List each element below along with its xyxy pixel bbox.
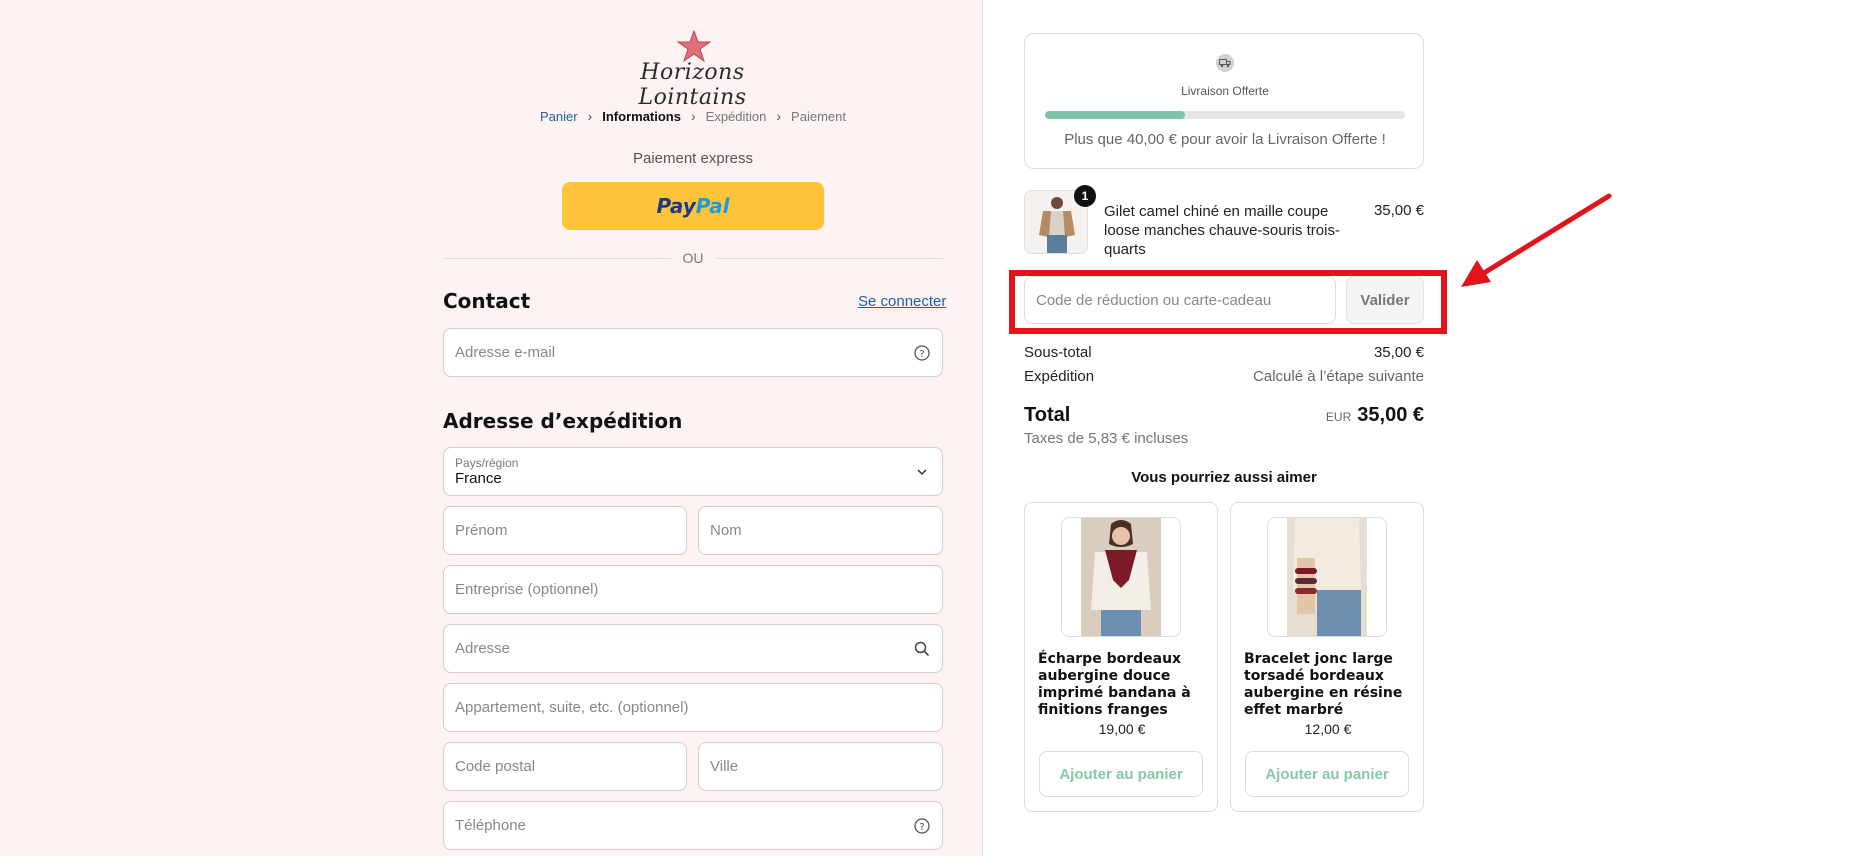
subtotal-row: Sous-total 35,00 € <box>1024 344 1424 361</box>
recommendation-price: 19,00 € <box>1098 721 1146 737</box>
first-name-field[interactable]: Prénom <box>443 506 687 555</box>
city-field[interactable]: Ville <box>698 742 943 791</box>
divider-line <box>443 257 671 259</box>
taxes-note: Taxes de 5,83 € incluses <box>1024 430 1189 447</box>
arrow-annotation-icon <box>1461 193 1612 287</box>
or-divider: OU <box>443 250 943 266</box>
contact-title: Contact <box>443 289 531 313</box>
breadcrumb-cart[interactable]: Panier <box>540 109 578 124</box>
address-field[interactable]: Adresse <box>443 624 943 673</box>
paypal-logo-pay: Pay <box>656 194 696 218</box>
quantity-badge: 1 <box>1074 185 1096 207</box>
add-to-cart-button[interactable]: Ajouter au panier <box>1245 751 1409 797</box>
free-shipping-title: Livraison Offerte <box>1181 84 1269 98</box>
discount-code-input[interactable]: Code de réduction ou carte-cadeau <box>1024 276 1336 324</box>
breadcrumb-shipping: Expédition <box>705 108 767 124</box>
free-shipping-progress <box>1045 111 1405 119</box>
chevron-down-icon <box>916 465 928 482</box>
breadcrumb-payment: Paiement <box>791 108 846 124</box>
progress-fill <box>1045 111 1186 119</box>
brand-name: Horizons Lointains <box>638 60 747 110</box>
recommendation-name[interactable]: Bracelet jonc large torsadé bordeaux aub… <box>1244 651 1414 719</box>
or-label: OU <box>682 250 704 266</box>
recommendation-image[interactable] <box>1267 517 1387 637</box>
last-name-placeholder: Nom <box>710 522 742 539</box>
postal-code-placeholder: Code postal <box>455 758 536 775</box>
recommendation-name[interactable]: Écharpe bordeaux aubergine douce imprimé… <box>1038 651 1208 719</box>
cart-item-name: Gilet camel chiné en maille coupe loose … <box>1104 203 1340 258</box>
checkout-form-panel: Horizons Lointains Panier › Informations… <box>0 0 983 856</box>
cart-item: 1 Gilet camel chiné en maille coupe loos… <box>1024 185 1424 258</box>
recommendation-card: Bracelet jonc large torsadé bordeaux aub… <box>1230 502 1424 812</box>
free-shipping-message: Plus que 40,00 € pour avoir la Livraison… <box>1064 131 1386 148</box>
discount-code-placeholder: Code de réduction ou carte-cadeau <box>1036 291 1272 309</box>
shipping-value: Calculé à l’étape suivante <box>1253 368 1424 385</box>
shipping-address-title: Adresse d’expédition <box>443 409 683 433</box>
svg-text:?: ? <box>919 349 924 360</box>
apartment-field[interactable]: Appartement, suite, etc. (optionnel) <box>443 683 943 732</box>
total-value-group: EUR 35,00 € <box>1326 404 1424 427</box>
city-placeholder: Ville <box>710 758 739 775</box>
star-icon <box>677 30 711 62</box>
recommendations-title: Vous pourriez aussi aimer <box>1131 469 1317 486</box>
cart-item-price: 35,00 € <box>1373 202 1424 219</box>
total-value: 35,00 € <box>1357 404 1424 426</box>
phone-placeholder: Téléphone <box>455 817 526 834</box>
subtotal-label: Sous-total <box>1024 344 1092 361</box>
divider-line <box>715 257 943 259</box>
login-link[interactable]: Se connecter <box>858 293 946 310</box>
help-circle-icon[interactable]: ? <box>913 817 931 835</box>
truck-icon <box>1216 54 1234 72</box>
help-circle-icon[interactable]: ? <box>913 344 931 362</box>
add-to-cart-button[interactable]: Ajouter au panier <box>1039 751 1203 797</box>
total-label: Total <box>1024 404 1071 426</box>
shipping-label: Expédition <box>1024 368 1095 385</box>
express-checkout-label: Paiement express <box>632 150 754 167</box>
chevron-right-icon: › <box>776 108 782 124</box>
breadcrumb-information: Informations <box>602 108 681 124</box>
paypal-button[interactable]: Pay Pal <box>562 182 824 230</box>
phone-field[interactable]: Téléphone ? <box>443 801 943 850</box>
recommendation-image[interactable] <box>1061 517 1181 637</box>
email-field[interactable]: Adresse e-mail ? <box>443 328 943 377</box>
shipping-row: Expédition Calculé à l’étape suivante <box>1024 368 1424 385</box>
email-placeholder: Adresse e-mail <box>455 344 556 361</box>
company-field[interactable]: Entreprise (optionnel) <box>443 565 943 614</box>
free-shipping-banner: Livraison Offerte Plus que 40,00 € pour … <box>1024 33 1424 169</box>
search-icon <box>913 640 931 658</box>
last-name-field[interactable]: Nom <box>698 506 943 555</box>
chevron-right-icon: › <box>690 108 696 124</box>
address-placeholder: Adresse <box>455 640 511 657</box>
country-value: France <box>455 469 502 487</box>
svg-text:?: ? <box>919 822 924 833</box>
chevron-right-icon: › <box>587 108 593 124</box>
company-placeholder: Entreprise (optionnel) <box>455 581 599 598</box>
country-select[interactable]: Pays/région France <box>443 447 943 496</box>
country-label: Pays/région <box>455 455 519 470</box>
total-row: Total EUR 35,00 € <box>1024 404 1424 427</box>
recommendation-price: 12,00 € <box>1304 721 1352 737</box>
apply-discount-button[interactable]: Valider <box>1346 276 1424 324</box>
subtotal-value: 35,00 € <box>1373 344 1424 361</box>
recommendation-card: Écharpe bordeaux aubergine douce imprimé… <box>1024 502 1218 812</box>
breadcrumb: Panier › Informations › Expédition › Pai… <box>540 108 846 124</box>
currency-code: EUR <box>1325 410 1352 424</box>
brand-logo[interactable]: Horizons Lointains <box>610 30 775 110</box>
postal-code-field[interactable]: Code postal <box>443 742 687 791</box>
first-name-placeholder: Prénom <box>455 522 508 539</box>
paypal-logo-pal: Pal <box>695 194 730 218</box>
apartment-placeholder: Appartement, suite, etc. (optionnel) <box>455 699 689 716</box>
